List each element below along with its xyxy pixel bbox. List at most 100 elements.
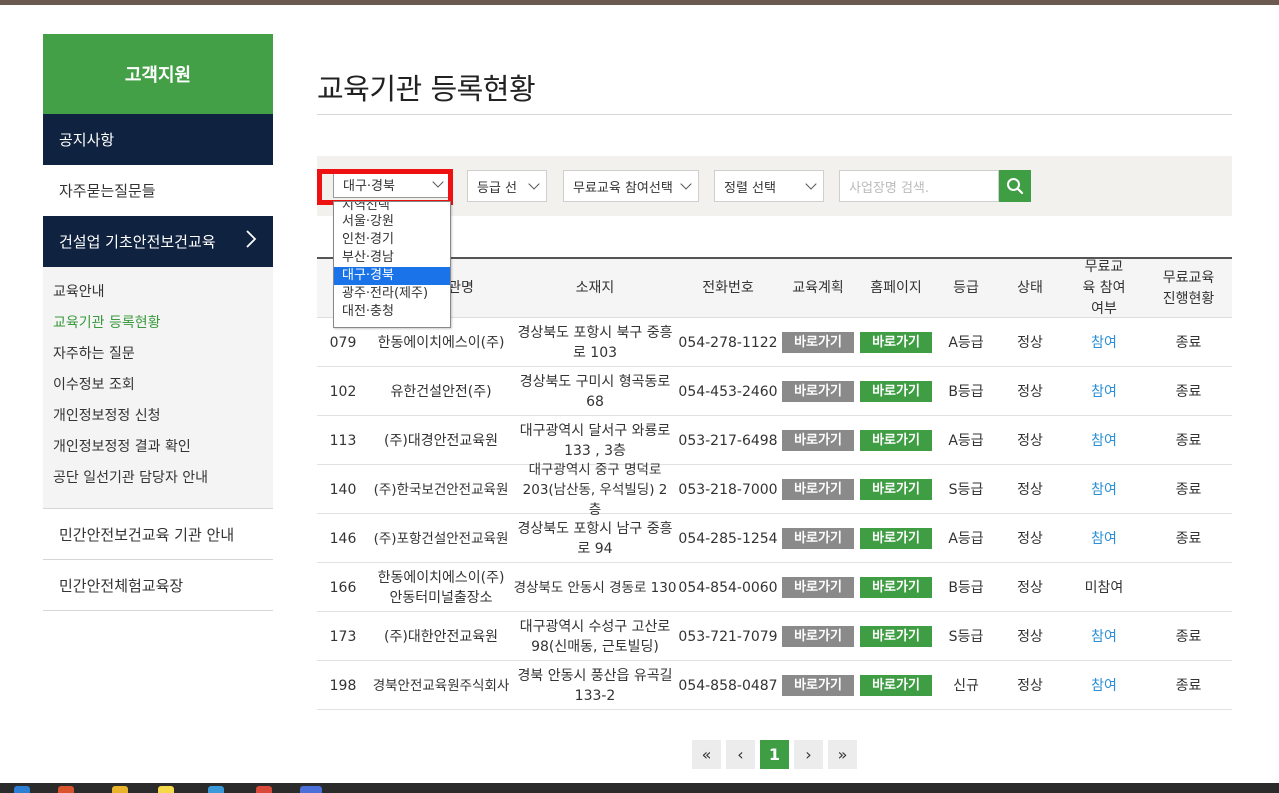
homepage-link-button[interactable]: 바로가기 — [860, 479, 932, 500]
cell-status: 정상 — [1017, 628, 1043, 645]
homepage-link-button[interactable]: 바로가기 — [860, 332, 932, 353]
pagination-next-button[interactable]: › — [794, 740, 823, 769]
submenu-item-contact-guide[interactable]: 공단 일선기관 담당자 안내 — [53, 463, 273, 494]
cell-free-join-link[interactable]: 참여 — [1063, 465, 1145, 514]
cell-plan: 바로가기 — [779, 612, 857, 661]
submenu-item-faq[interactable]: 자주하는 질문 — [53, 339, 273, 370]
sidebar-submenu: 교육안내 교육기관 등록현황 자주하는 질문 이수정보 조회 개인정보정정 신청… — [43, 267, 273, 509]
col-header-grade: 등급 — [953, 280, 979, 296]
submenu-item-edu-guide[interactable]: 교육안내 — [53, 277, 273, 308]
sidebar-title: 고객지원 — [43, 34, 273, 114]
cell-no: 113 — [329, 432, 357, 449]
cell-name: (주)포항건설안전교육원 — [373, 530, 509, 547]
taskbar-app-icon[interactable] — [14, 786, 30, 793]
cell-name: 유한건설안전(주) — [390, 383, 492, 400]
plan-link-button[interactable]: 바로가기 — [782, 430, 854, 451]
homepage-link-button[interactable]: 바로가기 — [860, 577, 932, 598]
plan-link-button[interactable]: 바로가기 — [782, 332, 854, 353]
grade-select[interactable]: 등급 선 — [467, 170, 547, 202]
cell-free-join-link[interactable]: 참여 — [1063, 416, 1145, 465]
cell-free-join-link[interactable]: 참여 — [1063, 612, 1145, 661]
plan-link-button[interactable]: 바로가기 — [782, 626, 854, 647]
cell-grade: B등급 — [948, 579, 984, 596]
sort-select[interactable]: 정렬 선택 — [714, 170, 824, 202]
cell-no: 140 — [329, 481, 357, 498]
plan-link-button[interactable]: 바로가기 — [782, 577, 854, 598]
cell-free-join-link[interactable]: 참여 — [1063, 367, 1145, 416]
region-option[interactable]: 인천·경기 — [334, 231, 450, 249]
cell-free-join-link[interactable]: 참여 — [1063, 514, 1145, 563]
col-header-status: 상태 — [1017, 280, 1043, 296]
search-input[interactable]: 사업장명 검색. — [839, 170, 999, 202]
submenu-item-institution-status[interactable]: 교육기관 등록현황 — [53, 308, 273, 339]
chevron-down-icon — [528, 178, 540, 190]
region-option[interactable]: 광주·전라(제주) — [334, 285, 450, 303]
cell-free-join-link[interactable]: 참여 — [1063, 661, 1145, 710]
cell-plan: 바로가기 — [779, 661, 857, 710]
pagination-last-button[interactable]: » — [828, 740, 857, 769]
plan-link-button[interactable]: 바로가기 — [782, 528, 854, 549]
region-option-selected[interactable]: 대구·경북 — [334, 267, 450, 285]
pagination-page-button[interactable]: 1 — [760, 740, 789, 769]
free-edu-select-value: 무료교육 참여선택 — [573, 180, 673, 196]
homepage-link-button[interactable]: 바로가기 — [860, 528, 932, 549]
cell-free-join: 미참여 — [1084, 579, 1124, 596]
region-option[interactable]: 서울·강원 — [334, 213, 450, 231]
grade-select-value: 등급 선 — [477, 180, 518, 196]
cell-free-progress: 종료 — [1175, 334, 1202, 351]
cell-plan: 바로가기 — [779, 416, 857, 465]
homepage-link-button[interactable]: 바로가기 — [860, 626, 932, 647]
taskbar-app-icon[interactable] — [58, 786, 74, 793]
sidebar-item-basic-safety-edu[interactable]: 건설업 기초안전보건교육 — [43, 216, 273, 267]
cell-grade: S등급 — [948, 481, 984, 498]
plan-link-button[interactable]: 바로가기 — [782, 479, 854, 500]
taskbar-app-icon[interactable] — [208, 786, 224, 793]
cell-grade: A등급 — [948, 432, 984, 449]
cell-address: 경상북도 포항시 북구 중흥로 103 — [517, 324, 673, 361]
cell-address: 경상북도 안동시 경동로 130 — [513, 579, 677, 596]
cell-free-join-link[interactable]: 참여 — [1063, 318, 1145, 367]
cell-homepage: 바로가기 — [857, 465, 935, 514]
cell-homepage: 바로가기 — [857, 416, 935, 465]
cell-no: 173 — [329, 628, 357, 645]
sidebar-item-label: 자주묻는질문들 — [59, 182, 156, 200]
taskbar-app-icon[interactable] — [158, 786, 174, 793]
cell-address: 경상북도 포항시 남구 중흥로 94 — [517, 520, 673, 557]
pagination-first-button[interactable]: « — [692, 740, 721, 769]
region-option[interactable]: 대전·충청 — [334, 303, 450, 321]
cell-status: 정상 — [1017, 579, 1043, 596]
submenu-item-info-correction[interactable]: 개인정보정정 신청 — [53, 401, 273, 432]
cell-grade: A등급 — [948, 530, 984, 547]
submenu-item-completion-lookup[interactable]: 이수정보 조회 — [53, 370, 273, 401]
taskbar-app-icon[interactable] — [256, 786, 272, 793]
cell-grade: S등급 — [948, 628, 984, 645]
cell-status: 정상 — [1017, 432, 1043, 449]
title-divider — [317, 114, 1232, 115]
region-option[interactable]: 부산·경남 — [334, 249, 450, 267]
sidebar-item-faq[interactable]: 자주묻는질문들 — [43, 165, 273, 216]
cell-phone: 053-217-6498 — [678, 432, 778, 449]
search-placeholder: 사업장명 검색. — [849, 180, 930, 196]
table-row: 173 (주)대한안전교육원 대구광역시 수성구 고산로 98(신매동, 근토빌… — [317, 612, 1232, 661]
cell-name: 한동에이치에스이(주) 안동터미널출장소 — [377, 569, 505, 606]
sidebar-item-experience[interactable]: 민간안전체험교육장 — [43, 560, 273, 611]
homepage-link-button[interactable]: 바로가기 — [860, 381, 932, 402]
region-option[interactable]: 지역선택 — [334, 202, 450, 213]
search-button[interactable] — [999, 170, 1031, 202]
table-row: 102 유한건설안전(주) 경상북도 구미시 형곡동로 68 054-453-2… — [317, 367, 1232, 416]
taskbar-app-icon[interactable] — [112, 786, 128, 793]
sidebar-item-private-edu[interactable]: 민간안전보건교육 기관 안내 — [43, 509, 273, 560]
taskbar-app-icon[interactable] — [300, 786, 322, 793]
submenu-item-correction-result[interactable]: 개인정보정정 결과 확인 — [53, 432, 273, 463]
sidebar-item-notice[interactable]: 공지사항 — [43, 114, 273, 165]
plan-link-button[interactable]: 바로가기 — [782, 675, 854, 696]
homepage-link-button[interactable]: 바로가기 — [860, 675, 932, 696]
plan-link-button[interactable]: 바로가기 — [782, 381, 854, 402]
region-dropdown-list: 지역선택 서울·강원 인천·경기 부산·경남 대구·경북 광주·전라(제주) 대… — [333, 201, 451, 328]
homepage-link-button[interactable]: 바로가기 — [860, 430, 932, 451]
region-select-highlight — [317, 169, 453, 205]
free-edu-select[interactable]: 무료교육 참여선택 — [563, 170, 699, 202]
pagination-prev-button[interactable]: ‹ — [726, 740, 755, 769]
col-header-plan: 교육계획 — [792, 280, 844, 296]
cell-no: 166 — [329, 579, 357, 596]
